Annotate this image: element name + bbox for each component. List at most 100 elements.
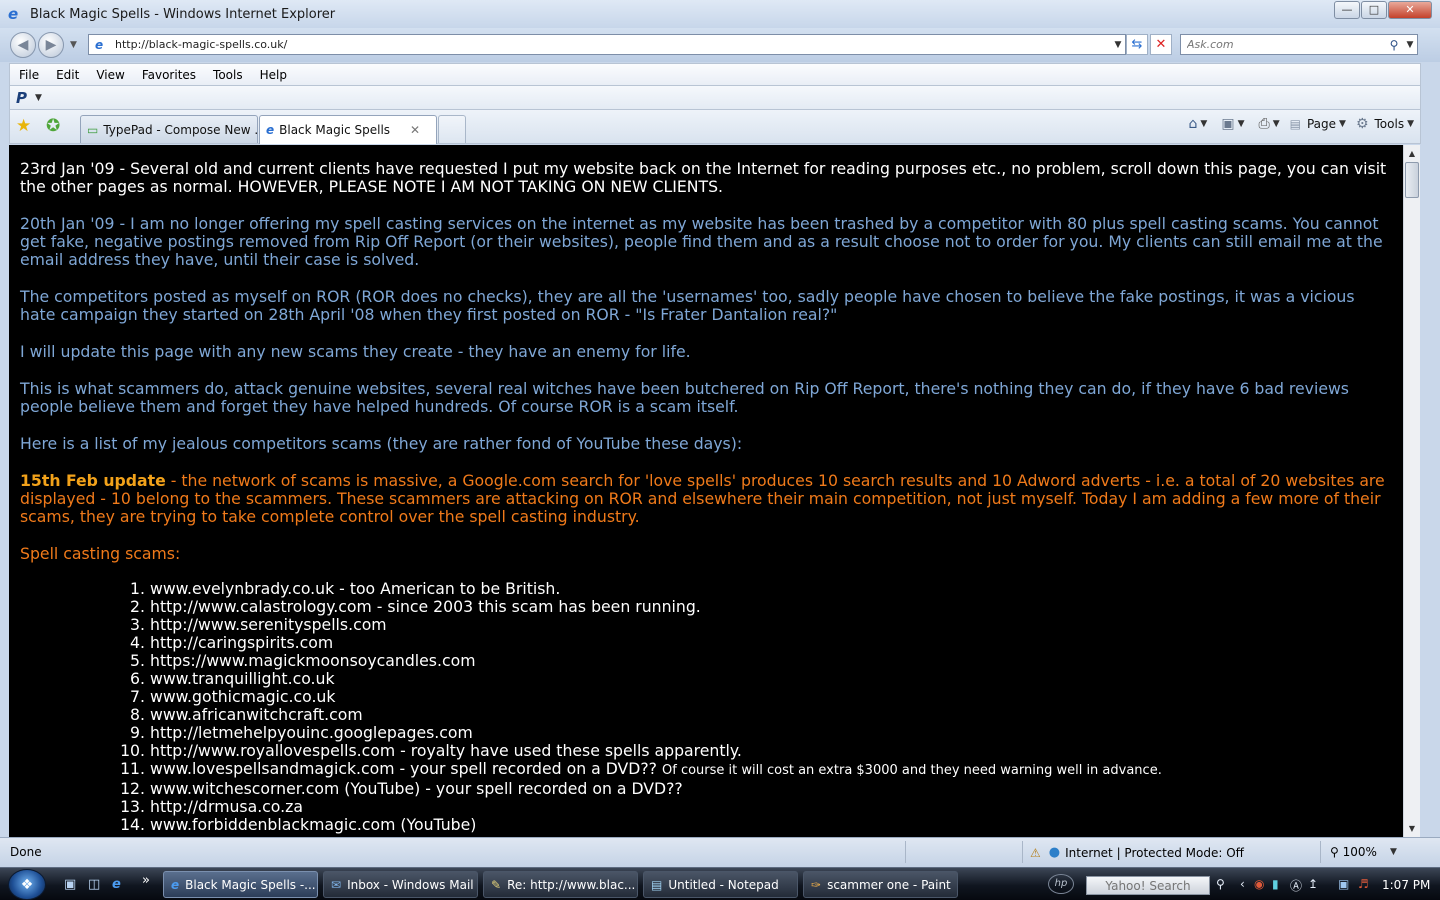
print-icon[interactable]: ⎙	[1259, 116, 1270, 132]
add-favorites-icon[interactable]: ✪	[46, 116, 60, 136]
taskbar-item-reply[interactable]: ✎ Re: http://www.blac...	[483, 871, 638, 898]
tab-row: ★ ✪ ▭ TypePad - Compose New ... e Black …	[9, 110, 1421, 144]
update-heading: 15th Feb update	[20, 471, 166, 490]
search-options-dropdown-icon[interactable]: ▼	[1403, 40, 1417, 50]
menu-tools[interactable]: Tools	[204, 68, 251, 82]
yahoo-search-box[interactable]	[1086, 876, 1210, 895]
recent-pages-dropdown-icon[interactable]: ▼	[70, 40, 77, 50]
forward-button[interactable]: ▶	[38, 32, 64, 58]
home-dropdown-icon[interactable]: ▼	[1200, 119, 1207, 129]
toolbar-row: P ▼	[9, 86, 1421, 110]
ie-icon: e	[8, 5, 19, 23]
volume-muted-icon[interactable]: ♬	[1358, 877, 1369, 891]
print-dropdown-icon[interactable]: ▼	[1273, 119, 1280, 129]
tab-typepad[interactable]: ▭ TypePad - Compose New ...	[80, 115, 258, 143]
tools-dropdown-icon[interactable]: ▼	[1407, 119, 1414, 129]
zoom-dropdown-icon[interactable]: ▼	[1390, 847, 1397, 857]
command-bar: ⌂ ▼ ▣ ▼ ⎙ ▼ ▤ Page ▼ ⚙ Tools ▼	[1183, 116, 1414, 132]
taskbar-item-mail[interactable]: ✉ Inbox - Windows Mail	[323, 871, 478, 898]
update-text: - the network of scams is massive, a Goo…	[20, 471, 1385, 526]
tools-menu-button[interactable]: Tools	[1375, 117, 1405, 131]
window-title: Black Magic Spells - Windows Internet Ex…	[30, 6, 336, 22]
search-input[interactable]	[1181, 38, 1385, 51]
search-icon[interactable]: ⚲	[1216, 877, 1225, 891]
status-text: Done	[10, 845, 42, 859]
menu-help[interactable]: Help	[251, 68, 295, 82]
close-button[interactable]: ✕	[1388, 1, 1432, 19]
clock[interactable]: 1:07 PM	[1382, 878, 1430, 892]
page-dropdown-icon[interactable]: ▼	[1339, 119, 1346, 129]
list-item: http://drmusa.co.za	[150, 798, 1393, 816]
zoom-level[interactable]: ⚲ 100%	[1330, 845, 1377, 859]
new-tab-button[interactable]	[438, 115, 466, 143]
paypal-icon[interactable]: P	[16, 89, 27, 107]
globe-icon: ●	[1048, 845, 1061, 860]
page-menu-button[interactable]: Page	[1307, 117, 1336, 131]
tray-app-icon[interactable]: ▮	[1272, 877, 1279, 891]
menu-view[interactable]: View	[87, 68, 132, 82]
menu-edit[interactable]: Edit	[47, 68, 87, 82]
menu-bar: File Edit View Favorites Tools Help	[9, 63, 1421, 86]
favorites-center-icon[interactable]: ★	[16, 116, 31, 136]
network-icon[interactable]: ▣	[1338, 877, 1349, 891]
address-bar[interactable]: e http://black-magic-spells.co.uk/ ▼	[88, 34, 1126, 55]
tray-expand-icon[interactable]: ‹	[1240, 877, 1245, 891]
search-box[interactable]: ⚲ ▼	[1180, 34, 1418, 55]
switch-windows-icon[interactable]: ◫	[88, 877, 100, 892]
ie-quicklaunch-icon[interactable]: e	[112, 877, 121, 892]
stop-button[interactable]: ✕	[1150, 34, 1172, 55]
show-desktop-icon[interactable]: ▣	[64, 877, 76, 892]
home-icon[interactable]: ⌂	[1189, 116, 1198, 132]
list-item: www.africanwitchcraft.com	[150, 706, 1393, 724]
quicklaunch-more-icon[interactable]: »	[142, 873, 150, 888]
list-item: www.evelynbrady.co.uk - too American to …	[150, 580, 1393, 598]
close-tab-icon[interactable]: ✕	[410, 123, 420, 137]
feeds-icon[interactable]: ▣	[1221, 116, 1234, 132]
gear-icon: ⚙	[1355, 116, 1369, 132]
feeds-dropdown-icon[interactable]: ▼	[1238, 119, 1245, 129]
taskbar-item-ie[interactable]: e Black Magic Spells -...	[163, 871, 318, 898]
status-bar: Done ⚠ ● Internet | Protected Mode: Off …	[0, 837, 1440, 867]
list-item: http://www.calastrology.com - since 2003…	[150, 598, 1393, 616]
status-divider	[1320, 841, 1321, 863]
mail-icon: ✉	[331, 877, 342, 892]
tray-a-icon[interactable]: Ⓐ	[1290, 877, 1302, 894]
list-item: www.gothicmagic.co.uk	[150, 688, 1393, 706]
ie-page-icon: e	[266, 123, 275, 137]
back-button[interactable]: ◀	[10, 32, 36, 58]
list-heading: Spell casting scams:	[20, 544, 181, 563]
address-url[interactable]: http://black-magic-spells.co.uk/	[115, 38, 1111, 51]
search-icon[interactable]: ⚲	[1385, 38, 1403, 52]
list-item: http://www.royallovespells.com - royalty…	[150, 742, 1393, 760]
start-button[interactable]: ❖	[8, 869, 46, 900]
security-icon[interactable]: ◉	[1254, 877, 1264, 891]
security-zone[interactable]: ⚠ ● Internet | Protected Mode: Off	[1030, 845, 1244, 860]
tray-arrow-icon[interactable]: ↥	[1308, 877, 1318, 891]
window-controls: — □ ✕	[1333, 1, 1432, 19]
paragraph-feb-update: 15th Feb update - the network of scams i…	[20, 472, 1393, 526]
minimize-button[interactable]: —	[1334, 1, 1360, 19]
menu-file[interactable]: File	[10, 68, 47, 82]
notice-paragraph: 23rd Jan '09 - Several old and current c…	[20, 159, 1387, 196]
scroll-thumb[interactable]	[1405, 162, 1419, 198]
taskbar: ❖ ▣ ◫ e » e Black Magic Spells -... ✉ In…	[0, 867, 1440, 900]
list-item: http://caringspirits.com	[150, 634, 1393, 652]
menu-favorites[interactable]: Favorites	[133, 68, 204, 82]
yahoo-search-input[interactable]	[1087, 877, 1209, 894]
scam-list: www.evelynbrady.co.uk - too American to …	[150, 580, 1393, 834]
taskbar-item-notepad[interactable]: ▤ Untitled - Notepad	[643, 871, 798, 898]
refresh-button[interactable]: ⇆	[1126, 34, 1148, 55]
list-item: http://letmehelpyouinc.googlepages.com	[150, 724, 1393, 742]
page-menu-icon: ▤	[1289, 117, 1301, 131]
paragraph-services: 20th Jan '09 - I am no longer offering m…	[20, 214, 1383, 269]
address-dropdown-icon[interactable]: ▼	[1111, 40, 1125, 50]
list-item: http://www.serenityspells.com	[150, 616, 1393, 634]
scroll-up-icon[interactable]: ▲	[1404, 145, 1420, 162]
paypal-dropdown-icon[interactable]: ▼	[35, 93, 42, 103]
tab-black-magic-spells[interactable]: e Black Magic Spells ✕	[259, 115, 437, 144]
taskbar-item-paint[interactable]: ✑ scammer one - Paint	[803, 871, 958, 898]
scroll-down-icon[interactable]: ▼	[1404, 820, 1420, 837]
vertical-scrollbar[interactable]: ▲ ▼	[1403, 145, 1420, 837]
hp-logo[interactable]: hp	[1048, 874, 1074, 894]
maximize-button[interactable]: □	[1361, 1, 1387, 19]
